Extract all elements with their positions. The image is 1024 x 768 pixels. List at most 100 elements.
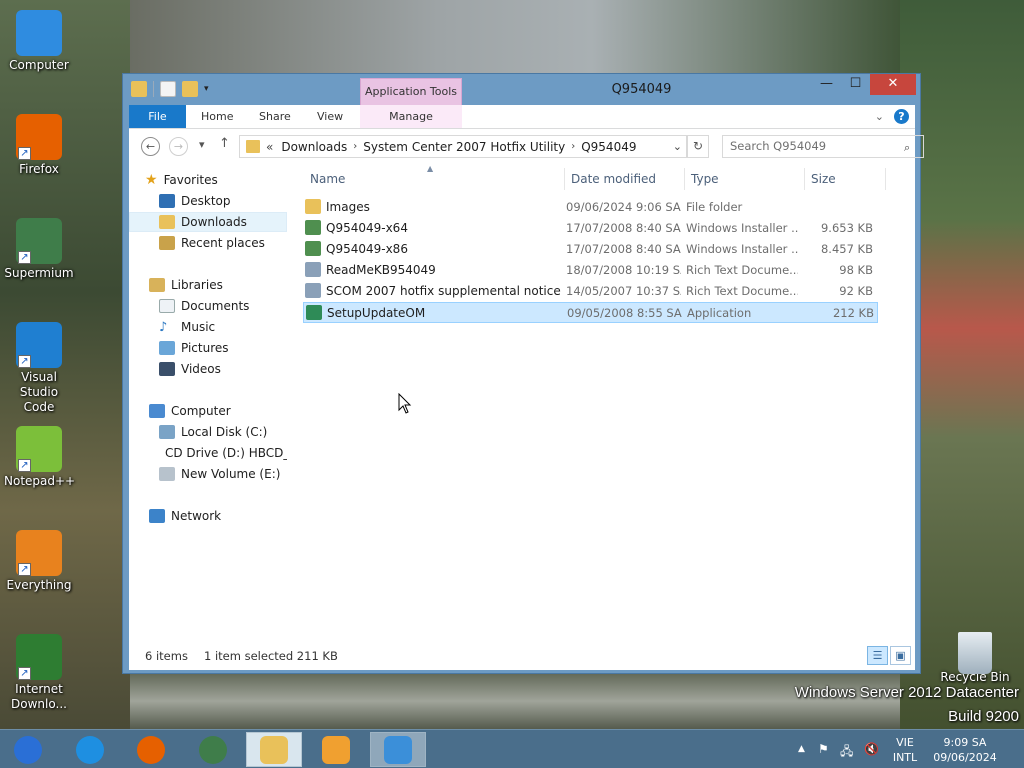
nav-local-disk-c[interactable]: Local Disk (C:) — [129, 422, 287, 442]
network-tray-icon[interactable]: 🖧 — [840, 742, 853, 763]
breadcrumb-current-folder[interactable]: Q954049 — [581, 140, 636, 154]
file-row[interactable]: SCOM 2007 hotfix supplemental notice 14/0… — [303, 281, 878, 302]
action-center-flag-icon[interactable]: ⚑ — [818, 742, 829, 756]
downloads-folder-icon — [159, 215, 175, 229]
maximize-button[interactable]: ☐ — [841, 74, 870, 95]
nav-pictures[interactable]: Pictures — [129, 338, 287, 358]
clock[interactable]: 9:09 SA 09/06/2024 — [930, 735, 1000, 765]
taskbar-button-firefox[interactable] — [123, 732, 179, 767]
nav-new-volume-e[interactable]: New Volume (E:) — [129, 464, 287, 484]
column-header-size[interactable]: Size — [811, 172, 836, 186]
nav-cd-drive-d[interactable]: CD Drive (D:) HBCD_ — [129, 443, 287, 463]
refresh-button[interactable]: ↻ — [687, 135, 709, 158]
desktop-shortcut[interactable]: ↗ Supermium — [4, 218, 74, 281]
taskbar-button-start[interactable] — [0, 732, 56, 767]
nav-videos[interactable]: Videos — [129, 359, 287, 379]
file-date-modified: 17/07/2008 8:40 SA — [566, 242, 681, 256]
desktop-shortcut-label: Supermium — [4, 266, 74, 280]
refresh-icon: ↻ — [692, 139, 704, 153]
media-player-icon — [322, 735, 350, 764]
back-button[interactable]: ← — [141, 137, 160, 156]
desktop-wallpaper-top — [130, 0, 900, 75]
column-header-date-modified[interactable]: Date modified — [571, 172, 656, 186]
address-bar[interactable]: « Downloads › System Center 2007 Hotfix … — [239, 135, 687, 158]
taskbar-button-setup[interactable] — [370, 732, 426, 767]
column-divider[interactable] — [885, 168, 886, 190]
desktop-shortcut[interactable]: Computer — [4, 10, 74, 73]
nav-favorites[interactable]: ★ Favorites — [129, 170, 287, 190]
help-icon[interactable]: ? — [894, 109, 909, 124]
tab-home[interactable]: Home — [189, 105, 245, 128]
desktop-shortcut-label: Notepad++ — [4, 474, 76, 488]
column-divider[interactable] — [684, 168, 685, 190]
forward-button[interactable]: → — [169, 137, 188, 156]
taskbar-button-ie[interactable] — [62, 732, 118, 767]
file-row[interactable]: SetupUpdateOM 09/05/2008 8:55 SA Applicati… — [303, 302, 878, 323]
large-icons-view-button[interactable]: ▣ — [890, 646, 911, 665]
file-type: Rich Text Docume... — [686, 284, 798, 298]
shortcut-arrow-icon: ↗ — [18, 563, 31, 576]
nav-music[interactable]: ♪ Music — [129, 317, 287, 337]
nav-desktop[interactable]: Desktop — [129, 191, 287, 211]
tab-manage[interactable]: Manage — [360, 105, 462, 128]
tab-share[interactable]: Share — [247, 105, 303, 128]
title-bar[interactable]: ▾ Application Tools Q954049 — ☐ ✕ — [123, 74, 920, 105]
tab-file[interactable]: File — [129, 105, 186, 128]
mouse-cursor-icon — [398, 393, 412, 414]
show-hidden-icons-chevron-icon[interactable]: ▲ — [798, 744, 805, 754]
column-header-type[interactable]: Type — [691, 172, 719, 186]
expand-ribbon-chevron-icon[interactable]: ⌄ — [875, 110, 884, 123]
explorer-window: ▾ Application Tools Q954049 — ☐ ✕ File H… — [122, 73, 924, 674]
nav-computer[interactable]: Computer — [129, 401, 287, 421]
close-button[interactable]: ✕ — [870, 74, 916, 95]
file-name: Q954049-x64 — [326, 221, 408, 235]
input-language-indicator[interactable]: VIE INTL — [890, 735, 920, 765]
nav-network-label: Network — [171, 509, 222, 523]
file-row[interactable]: ReadMeKB954049 18/07/2008 10:19 SA Rich Te… — [303, 260, 878, 281]
desktop-shortcut-label: Computer — [9, 58, 69, 72]
taskbar-button-explorer[interactable] — [246, 732, 302, 767]
volume-muted-icon[interactable]: 🔇 — [864, 742, 879, 756]
column-header-name[interactable]: Name — [310, 172, 345, 186]
breadcrumb-overflow[interactable]: « — [266, 140, 273, 154]
recent-places-icon — [159, 236, 175, 250]
desktop-shortcut[interactable]: ↗ Visual Studio Code — [4, 322, 74, 415]
column-divider[interactable] — [564, 168, 565, 190]
nav-libraries[interactable]: Libraries — [129, 275, 287, 295]
nav-downloads[interactable]: Downloads — [129, 212, 287, 232]
recent-locations-chevron-icon[interactable]: ▾ — [199, 138, 205, 151]
language-code: VIE — [896, 736, 914, 749]
desktop-shortcut[interactable]: ↗ Notepad++ — [4, 426, 76, 489]
keyboard-layout: INTL — [892, 751, 918, 764]
address-dropdown-chevron-icon[interactable]: ⌄ — [673, 140, 682, 153]
file-row[interactable]: Images 09/06/2024 9:06 SA File folder — [303, 197, 878, 218]
nav-documents[interactable]: Documents — [129, 296, 287, 316]
search-icon[interactable]: ⌕ — [904, 141, 910, 155]
up-arrow-icon[interactable]: ↑ — [219, 136, 230, 151]
file-size: 98 KB — [839, 263, 873, 277]
breadcrumb-separator-icon[interactable]: › — [353, 141, 357, 152]
shortcut-arrow-icon: ↗ — [18, 355, 31, 368]
taskbar-button-media[interactable] — [308, 732, 364, 767]
file-row[interactable]: Q954049-x86 17/07/2008 8:40 SA Windows Ins… — [303, 239, 878, 260]
minimize-button[interactable]: — — [812, 74, 841, 95]
nav-network[interactable]: Network — [129, 506, 287, 526]
desktop-shortcut-label: Firefox — [19, 162, 59, 176]
file-row[interactable]: Q954049-x64 17/07/2008 8:40 SA Windows Ins… — [303, 218, 878, 239]
breadcrumb-separator-icon[interactable]: › — [571, 141, 575, 152]
breadcrumb-hotfix-utility[interactable]: System Center 2007 Hotfix Utility — [363, 140, 565, 154]
details-view-button[interactable]: ☰ — [867, 646, 888, 665]
taskbar-button-supermium[interactable] — [185, 732, 241, 767]
nav-favorites-label: Favorites — [163, 173, 218, 187]
recycle-bin-shortcut[interactable]: Recycle Bin — [940, 632, 1010, 685]
nav-recent-places[interactable]: Recent places — [129, 233, 287, 253]
tab-view[interactable]: View — [305, 105, 355, 128]
search-input[interactable]: Search Q954049 — [722, 135, 924, 158]
videos-icon — [159, 362, 175, 376]
desktop-shortcut[interactable]: ↗ Internet Downlo... — [4, 634, 74, 712]
nav-cd-drive-d-label: CD Drive (D:) HBCD_ — [165, 446, 287, 460]
column-divider[interactable] — [804, 168, 805, 190]
desktop-shortcut[interactable]: ↗ Firefox — [4, 114, 74, 177]
breadcrumb-downloads[interactable]: Downloads — [281, 140, 347, 154]
desktop-shortcut[interactable]: ↗ Everything — [4, 530, 74, 593]
